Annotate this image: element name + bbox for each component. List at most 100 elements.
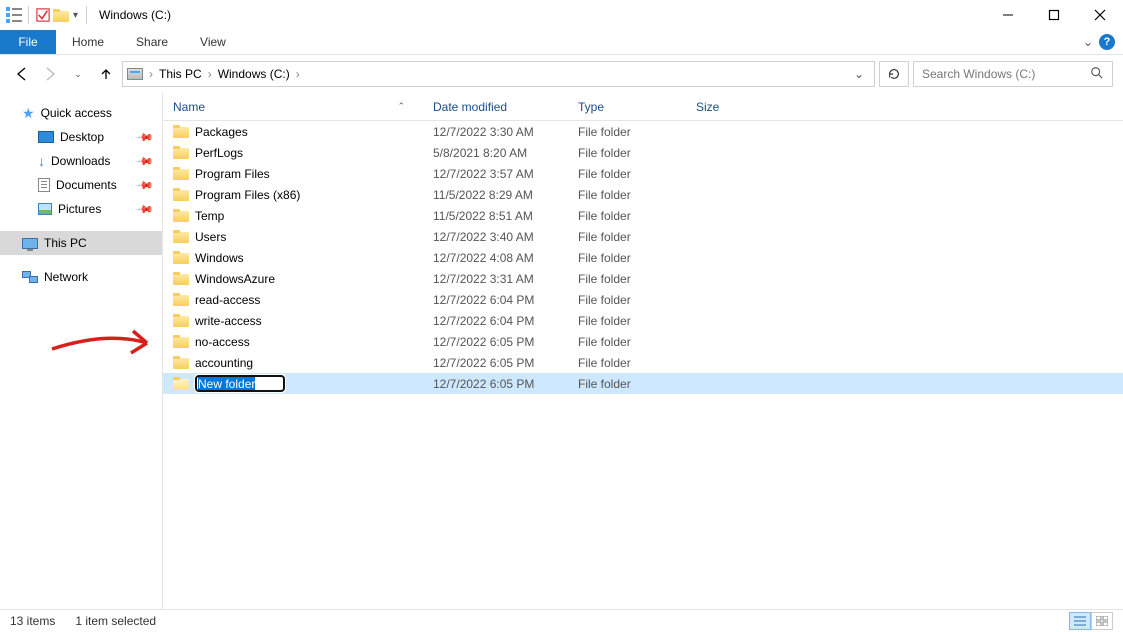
file-row[interactable]: Program Files12/7/2022 3:57 AMFile folde… xyxy=(163,163,1123,184)
search-input[interactable]: Search Windows (C:) xyxy=(913,61,1113,87)
nav-this-pc[interactable]: This PC xyxy=(0,231,162,255)
file-type: File folder xyxy=(578,167,696,181)
pin-icon: 📌 xyxy=(136,176,155,195)
file-date: 11/5/2022 8:51 AM xyxy=(433,209,578,223)
sort-indicator-icon: ⌃ xyxy=(397,101,405,112)
file-name: Program Files (x86) xyxy=(195,188,300,202)
folder-qat-icon[interactable] xyxy=(53,9,69,22)
nav-pictures[interactable]: Pictures 📌 xyxy=(0,197,162,221)
file-type: File folder xyxy=(578,188,696,202)
file-date: 12/7/2022 3:40 AM xyxy=(433,230,578,244)
chevron-right-icon[interactable]: › xyxy=(208,67,212,81)
nav-desktop[interactable]: Desktop 📌 xyxy=(0,125,162,149)
search-icon xyxy=(1090,66,1104,83)
column-headers: Name ⌃ Date modified Type Size xyxy=(163,93,1123,121)
view-details-button[interactable] xyxy=(1069,612,1091,630)
file-type: File folder xyxy=(578,293,696,307)
drive-icon xyxy=(127,68,143,80)
minimize-button[interactable] xyxy=(985,0,1031,30)
file-row[interactable]: Windows12/7/2022 4:08 AMFile folder xyxy=(163,247,1123,268)
file-name: read-access xyxy=(195,293,260,307)
file-name: PerfLogs xyxy=(195,146,243,160)
file-type: File folder xyxy=(578,146,696,160)
quick-access-toolbar: ▾ xyxy=(6,6,91,24)
recent-locations-icon[interactable]: ⌄ xyxy=(66,62,90,86)
documents-icon xyxy=(38,178,50,192)
refresh-button[interactable] xyxy=(879,61,909,87)
file-name: accounting xyxy=(195,356,253,370)
file-type: File folder xyxy=(578,272,696,286)
status-item-count: 13 items xyxy=(10,614,55,628)
tab-home[interactable]: Home xyxy=(56,30,120,54)
navigation-pane: ★ Quick access Desktop 📌 ↓ Downloads 📌 D… xyxy=(0,93,163,609)
file-row[interactable]: Users 12/7/2022 3:40 AMFile folder xyxy=(163,226,1123,247)
tab-view[interactable]: View xyxy=(184,30,242,54)
file-row[interactable]: no-access12/7/2022 6:05 PMFile folder xyxy=(163,331,1123,352)
tab-share[interactable]: Share xyxy=(120,30,184,54)
nav-documents[interactable]: Documents 📌 xyxy=(0,173,162,197)
column-date[interactable]: Date modified xyxy=(433,100,578,114)
folder-icon xyxy=(173,272,189,285)
file-name: Program Files xyxy=(195,167,270,181)
network-icon xyxy=(22,271,38,283)
qat-dropdown-icon[interactable]: ▾ xyxy=(71,10,80,21)
forward-button[interactable] xyxy=(38,62,62,86)
file-row[interactable]: PerfLogs 5/8/2021 8:20 AMFile folder xyxy=(163,142,1123,163)
up-button[interactable] xyxy=(94,62,118,86)
rename-input[interactable] xyxy=(195,375,285,392)
file-date: 12/7/2022 6:04 PM xyxy=(433,293,578,307)
folder-icon xyxy=(173,314,189,327)
chevron-right-icon[interactable]: › xyxy=(149,67,153,81)
chevron-right-icon[interactable]: › xyxy=(296,67,300,81)
nav-quick-access[interactable]: ★ Quick access xyxy=(0,101,162,125)
nav-downloads[interactable]: ↓ Downloads 📌 xyxy=(0,149,162,173)
back-button[interactable] xyxy=(10,62,34,86)
folder-icon xyxy=(173,251,189,264)
pin-icon: 📌 xyxy=(136,152,155,171)
column-name[interactable]: Name ⌃ xyxy=(173,100,433,114)
file-row[interactable]: Program Files (x86)11/5/2022 8:29 AMFile… xyxy=(163,184,1123,205)
desktop-icon xyxy=(38,131,54,143)
file-row[interactable]: write-access12/7/2022 6:04 PMFile folder xyxy=(163,310,1123,331)
address-dropdown-icon[interactable]: ⌄ xyxy=(848,67,870,81)
nav-label: Desktop xyxy=(60,130,104,144)
file-type: File folder xyxy=(578,125,696,139)
properties-icon[interactable] xyxy=(6,7,22,23)
checkbox-qat-icon[interactable] xyxy=(35,7,51,23)
file-row[interactable]: WindowsAzure12/7/2022 3:31 AMFile folder xyxy=(163,268,1123,289)
breadcrumb-this-pc[interactable]: This PC xyxy=(159,67,202,81)
nav-label: This PC xyxy=(44,236,87,250)
help-icon[interactable]: ? xyxy=(1099,34,1115,50)
file-row[interactable]: Temp11/5/2022 8:51 AMFile folder xyxy=(163,205,1123,226)
file-date: 5/8/2021 8:20 AM xyxy=(433,146,578,160)
folder-icon xyxy=(173,377,189,390)
file-tab[interactable]: File xyxy=(0,30,56,54)
file-type: File folder xyxy=(578,230,696,244)
nav-label: Quick access xyxy=(41,106,112,120)
file-date: 12/7/2022 3:30 AM xyxy=(433,125,578,139)
column-size[interactable]: Size xyxy=(696,100,776,114)
nav-network[interactable]: Network xyxy=(0,265,162,289)
file-row[interactable]: read-access 12/7/2022 6:04 PMFile folder xyxy=(163,289,1123,310)
maximize-button[interactable] xyxy=(1031,0,1077,30)
file-name: Users xyxy=(195,230,226,244)
close-button[interactable] xyxy=(1077,0,1123,30)
file-row[interactable]: accounting12/7/2022 6:05 PMFile folder xyxy=(163,352,1123,373)
address-bar[interactable]: › This PC › Windows (C:) › ⌄ xyxy=(122,61,875,87)
file-list: Name ⌃ Date modified Type Size Packages1… xyxy=(163,93,1123,609)
file-type: File folder xyxy=(578,335,696,349)
ribbon-expand-icon[interactable]: ⌄ xyxy=(1083,35,1093,49)
file-row[interactable]: Packages12/7/2022 3:30 AMFile folder xyxy=(163,121,1123,142)
nav-label: Downloads xyxy=(51,154,110,168)
folder-icon xyxy=(173,335,189,348)
file-type: File folder xyxy=(578,209,696,223)
file-date: 12/7/2022 6:05 PM xyxy=(433,335,578,349)
file-name: WindowsAzure xyxy=(195,272,275,286)
breadcrumb-drive[interactable]: Windows (C:) xyxy=(218,67,290,81)
pc-icon xyxy=(22,238,38,249)
view-thumbnails-button[interactable] xyxy=(1091,612,1113,630)
column-type[interactable]: Type xyxy=(578,100,696,114)
nav-label: Documents xyxy=(56,178,117,192)
pin-icon: 📌 xyxy=(136,128,155,147)
file-row[interactable]: 12/7/2022 6:05 PMFile folder xyxy=(163,373,1123,394)
